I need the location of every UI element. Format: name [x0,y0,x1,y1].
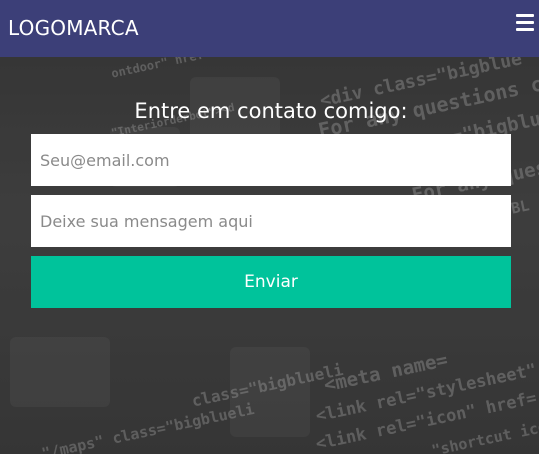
menu-bar [516,21,534,24]
menu-bar [516,14,534,17]
menu-bar [516,28,534,31]
hamburger-menu-icon[interactable] [516,14,534,32]
email-field[interactable] [31,134,511,186]
logo[interactable]: LOGOMARCA [8,16,139,40]
contact-title: Entre em contato comigo: [134,99,408,123]
contact-form: Entre em contato comigo: Enviar [31,98,511,308]
send-button[interactable]: Enviar [31,256,511,308]
navbar: LOGOMARCA [0,0,539,57]
message-field[interactable] [31,195,511,247]
page: LOGOMARCA <div class="bigblue For any qu… [0,0,539,454]
